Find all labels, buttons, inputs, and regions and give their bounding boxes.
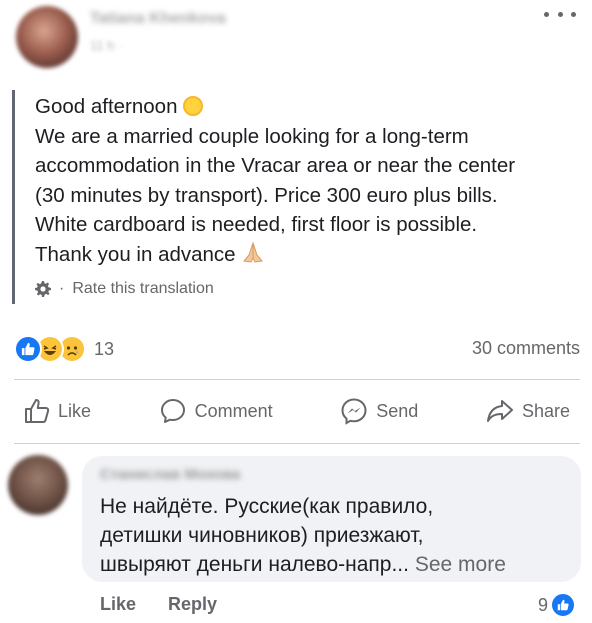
messenger-icon: [341, 398, 367, 425]
share-arrow-icon: [486, 400, 513, 422]
folded-hands-emoji-icon: [242, 240, 263, 263]
post-timestamp[interactable]: 11 h ·: [90, 38, 122, 53]
more-options-button[interactable]: [544, 2, 576, 26]
thumbs-up-icon: [25, 399, 50, 423]
translation-quote-bar: [12, 90, 15, 304]
comment-line: детишки чиновников) приезжают,: [100, 524, 424, 547]
comment-button[interactable]: Comment: [149, 397, 283, 425]
send-label: Send: [376, 400, 419, 421]
comment-bubble-icon: [160, 399, 185, 423]
post-line: Thank you in advance: [35, 240, 580, 270]
comment-label: Comment: [194, 400, 273, 421]
post-action-bar: Like Comment Send Share: [14, 392, 580, 430]
comment-like-button[interactable]: Like: [100, 594, 136, 615]
post-body: Good afternoon We are a married couple l…: [35, 92, 580, 269]
post-line: White cardboard is needed, first floor i…: [35, 213, 478, 236]
comment-reaction-count: 9: [538, 594, 549, 615]
comment-line: Не найдёте. Русские(как правило,: [100, 495, 434, 518]
comments-count-link[interactable]: 30 comments: [472, 338, 580, 359]
share-button[interactable]: Share: [476, 398, 580, 424]
rate-translation-link[interactable]: Rate this translation: [72, 280, 213, 298]
share-label: Share: [521, 400, 570, 421]
reaction-count: 13: [94, 338, 115, 359]
like-reaction-icon: [14, 335, 42, 363]
comment-actions: Like Reply: [100, 594, 249, 615]
gear-icon[interactable]: [35, 281, 51, 297]
commenter-avatar[interactable]: [8, 455, 68, 515]
comment-reactions[interactable]: 9: [538, 592, 577, 618]
comment-body: Не найдёте. Русские(как правило, детишки…: [100, 492, 570, 579]
sun-emoji-icon: [183, 96, 204, 116]
commenter-name[interactable]: Станислав Мохова: [100, 466, 240, 483]
post-line: We are a married couple looking for a lo…: [35, 124, 469, 148]
divider: [14, 379, 580, 380]
post-line: accommodation in the Vracar area or near…: [35, 154, 516, 177]
like-button[interactable]: Like: [14, 398, 101, 424]
separator-dot: ·: [59, 280, 65, 297]
post-author-avatar[interactable]: [16, 6, 78, 68]
more-dots-icon: [544, 11, 549, 17]
divider: [14, 443, 580, 444]
like-label: Like: [58, 400, 92, 421]
post-author-name[interactable]: Tatiana Khenkova: [90, 10, 226, 28]
send-button[interactable]: Send: [330, 397, 428, 425]
like-reaction-icon: [550, 592, 577, 618]
comment-reply-button[interactable]: Reply: [168, 594, 217, 615]
rate-translation-row: · Rate this translation: [35, 278, 214, 300]
post-line: Good afternoon: [35, 92, 580, 122]
see-more-link[interactable]: See more: [415, 553, 506, 576]
reactions-summary[interactable]: 13: [14, 335, 115, 363]
comment-line: швыряют деньги налево-напр... See more: [100, 553, 506, 576]
post-line: (30 minutes by transport). Price 300 eur…: [35, 183, 498, 207]
